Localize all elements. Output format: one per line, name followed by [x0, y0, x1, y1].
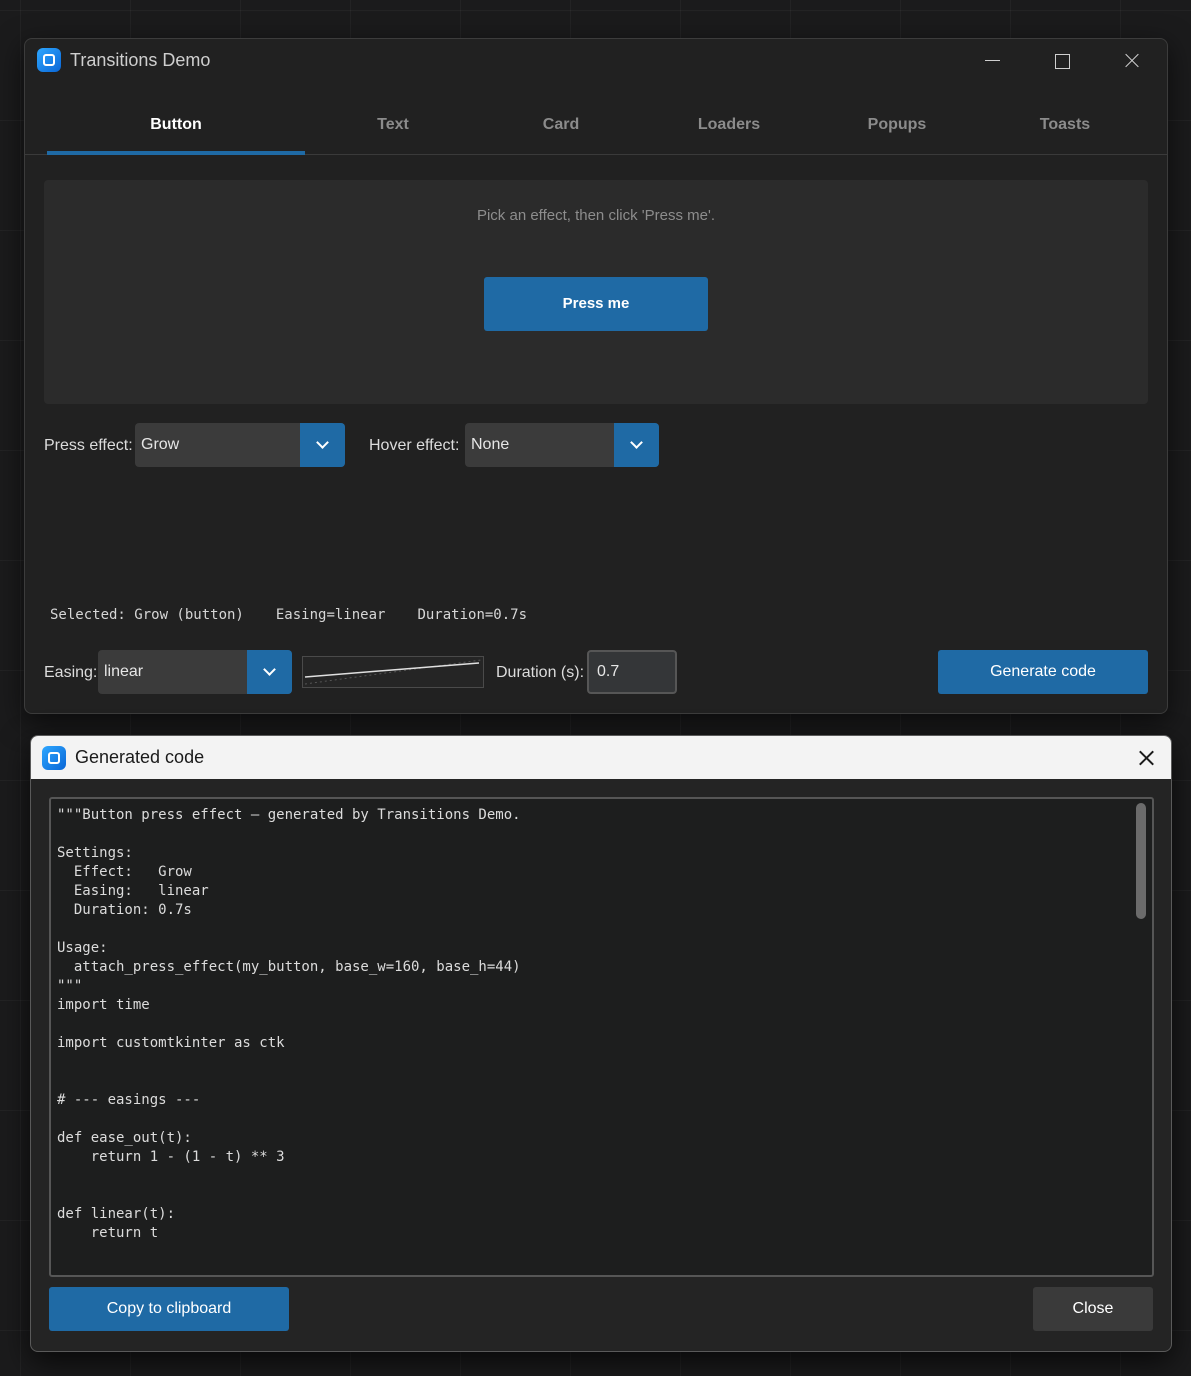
preview-hint: Pick an effect, then click 'Press me'.: [476, 207, 716, 224]
code-content: """Button press effect – generated by Tr…: [57, 807, 521, 1241]
preview-panel: Pick an effect, then click 'Press me'. P…: [44, 180, 1148, 404]
easing-dropdown[interactable]: linear: [98, 650, 292, 694]
status-selected: Selected: Grow (button): [50, 607, 244, 623]
window-title: Transitions Demo: [70, 50, 211, 70]
maximize-icon[interactable]: [1039, 45, 1085, 77]
duration-label: Duration (s):: [496, 664, 585, 681]
status-easing: Easing=linear: [275, 607, 386, 623]
close-button[interactable]: Close: [1033, 1287, 1153, 1331]
code-textbox[interactable]: """Button press effect – generated by Tr…: [49, 797, 1154, 1277]
close-icon[interactable]: [1127, 742, 1167, 774]
minimize-icon[interactable]: [969, 45, 1015, 77]
press-effect-dropdown[interactable]: Grow: [135, 423, 345, 467]
copy-to-clipboard-button[interactable]: Copy to clipboard: [49, 1287, 289, 1331]
press-effect-value: Grow: [141, 436, 180, 453]
tab-bar: Button Text Card Loaders Popups Toasts: [25, 83, 1167, 155]
press-me-button[interactable]: Press me: [484, 277, 708, 331]
app-icon: [42, 746, 66, 770]
generated-code-window: Generated code """Button press effect – …: [30, 735, 1172, 1352]
tab-popups[interactable]: Popups: [829, 83, 965, 155]
easing-curve-graph: [304, 659, 482, 685]
app-icon: [37, 48, 61, 72]
tab-loaders[interactable]: Loaders: [661, 83, 797, 155]
main-window: Transitions Demo Button Text Card Loader…: [24, 38, 1168, 714]
press-effect-label: Press effect:: [44, 437, 133, 454]
code-title-bar[interactable]: Generated code: [31, 736, 1171, 779]
hover-effect-value: None: [471, 436, 510, 453]
code-window-title: Generated code: [75, 747, 205, 767]
easing-curve-preview: [302, 656, 484, 688]
close-icon[interactable]: [1109, 45, 1155, 77]
generate-code-button[interactable]: Generate code: [938, 650, 1148, 694]
duration-input[interactable]: 0.7: [587, 650, 677, 694]
status-duration: Duration=0.7s: [417, 607, 528, 623]
chevron-down-icon[interactable]: [614, 423, 659, 467]
easing-label: Easing:: [44, 664, 98, 681]
hover-effect-label: Hover effect:: [369, 437, 460, 454]
tab-button[interactable]: Button: [47, 83, 305, 155]
tab-toasts[interactable]: Toasts: [997, 83, 1133, 155]
scrollbar-thumb[interactable]: [1136, 803, 1146, 919]
title-bar[interactable]: Transitions Demo: [25, 39, 1167, 83]
hover-effect-dropdown[interactable]: None: [465, 423, 659, 467]
chevron-down-icon[interactable]: [247, 650, 292, 694]
easing-value: linear: [104, 663, 144, 680]
tab-text[interactable]: Text: [325, 83, 461, 155]
tab-card[interactable]: Card: [493, 83, 629, 155]
chevron-down-icon[interactable]: [300, 423, 345, 467]
status-line: Selected: Grow (button) Easing=linear Dura…: [50, 607, 559, 623]
